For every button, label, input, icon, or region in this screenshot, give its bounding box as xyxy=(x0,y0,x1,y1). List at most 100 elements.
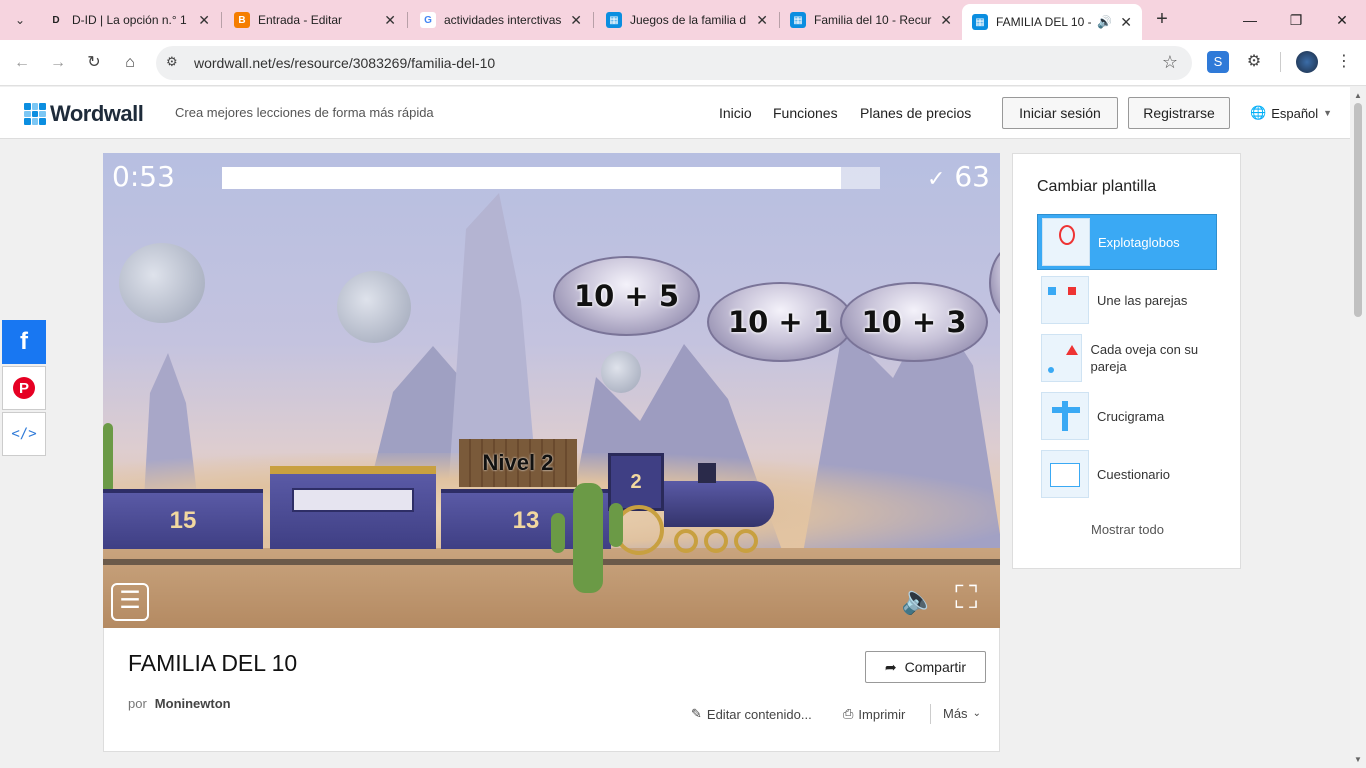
nav-planes-de-precios[interactable]: Planes de precios xyxy=(860,105,971,121)
page-scrollbar[interactable]: ▲ ▼ xyxy=(1350,87,1366,768)
passenger-car xyxy=(270,466,436,549)
browser-tab[interactable]: D D-ID | La opción n.° 1 ✕ xyxy=(38,6,220,34)
tab-search-icon[interactable]: ⌄ xyxy=(8,8,32,32)
login-button[interactable]: Iniciar sesión xyxy=(1002,97,1118,129)
train-car: 15 xyxy=(103,489,263,549)
print-label: Imprimir xyxy=(858,706,906,722)
locomotive-chimney xyxy=(698,463,716,483)
embed-code-icon: </> xyxy=(11,426,37,442)
minimize-button[interactable]: — xyxy=(1238,8,1262,32)
print-link[interactable]: ⎙ Imprimir xyxy=(843,706,905,722)
close-icon[interactable]: ✕ xyxy=(198,12,210,29)
scroll-down-icon[interactable]: ▼ xyxy=(1354,755,1362,764)
nav-inicio[interactable]: Inicio xyxy=(719,105,752,121)
locomotive-number: 2 xyxy=(630,470,642,493)
speaker-icon[interactable]: 🔊 xyxy=(1097,15,1112,29)
template-explotaglobos[interactable]: Explotaglobos xyxy=(1037,214,1217,270)
close-icon[interactable]: ✕ xyxy=(570,12,582,29)
wordwall-icon: ▦ xyxy=(606,12,622,28)
quiz-thumbnail-icon xyxy=(1041,450,1089,498)
back-icon[interactable]: ← xyxy=(10,51,34,75)
template-crucigrama[interactable]: Crucigrama xyxy=(1037,388,1217,444)
tab-separator xyxy=(593,12,594,28)
did-icon: D xyxy=(52,14,60,26)
edit-content-link[interactable]: ✎ Editar contenido... xyxy=(691,706,812,722)
fullscreen-button[interactable]: ⛶ xyxy=(955,581,977,613)
new-tab-button[interactable]: + xyxy=(1150,8,1174,32)
template-une-las-parejas[interactable]: Une las parejas xyxy=(1037,272,1217,328)
share-label: Compartir xyxy=(904,659,967,675)
game-canvas[interactable]: 10 + 5 10 + 1 10 + 3 0:53 ✓ 63 15 13 Niv… xyxy=(103,153,1000,628)
facebook-share-button[interactable]: f xyxy=(2,320,46,364)
browser-tab[interactable]: G actividades interctivas ✕ xyxy=(410,6,592,34)
show-all-link[interactable]: Mostrar todo xyxy=(1013,522,1242,537)
toolbar-divider xyxy=(1280,52,1281,72)
site-info-icon[interactable]: ⚙ xyxy=(166,54,178,70)
checkmark-icon: ✓ xyxy=(927,167,946,192)
cactus xyxy=(103,423,113,493)
browser-tab-active[interactable]: ▦ FAMILIA DEL 10 - 🔊 ✕ xyxy=(962,4,1142,40)
pinterest-share-button[interactable]: P xyxy=(2,366,46,410)
share-button[interactable]: ➦ Compartir xyxy=(865,651,986,683)
caret-down-icon: ▼ xyxy=(1323,108,1333,118)
address-bar[interactable]: ⚙ wordwall.net/es/resource/3083269/famil… xyxy=(156,46,1192,80)
more-dropdown[interactable]: Más ⌄ xyxy=(943,706,981,721)
template-label: Cada oveja con su pareja xyxy=(1090,342,1199,374)
wordwall-logo[interactable]: Wordwall xyxy=(24,101,144,127)
author-link[interactable]: Moninewton xyxy=(155,696,231,711)
find-match-thumbnail-icon xyxy=(1041,334,1083,382)
close-icon[interactable]: ✕ xyxy=(756,12,768,29)
answer-blimp-partial[interactable] xyxy=(989,243,1000,323)
locomotive-wheel xyxy=(704,529,728,553)
nav-funciones[interactable]: Funciones xyxy=(773,105,838,121)
scroll-thumb[interactable] xyxy=(1354,103,1362,317)
google-icon: G xyxy=(420,12,436,28)
close-icon[interactable]: ✕ xyxy=(940,12,952,29)
answer-blimp[interactable]: 10 + 5 xyxy=(553,256,700,336)
change-template-panel: Cambiar plantilla Explotaglobos Une las … xyxy=(1012,153,1241,569)
facebook-icon: f xyxy=(20,328,28,355)
profile-avatar[interactable] xyxy=(1296,51,1318,73)
close-icon[interactable]: ✕ xyxy=(1120,14,1132,31)
activity-info-panel: FAMILIA DEL 10 por Moninewton ➦ Compartir… xyxy=(103,628,1000,752)
close-window-button[interactable]: ✕ xyxy=(1330,8,1354,32)
tab-title: D-ID | La opción n.° 1 xyxy=(72,13,187,27)
restore-button[interactable]: ❐ xyxy=(1284,8,1308,32)
forward-icon[interactable]: → xyxy=(46,51,70,75)
language-selector[interactable]: 🌐 Español ▼ xyxy=(1250,105,1332,121)
logo-text: Wordwall xyxy=(50,101,144,126)
browser-tab[interactable]: ▦ Familia del 10 - Recur ✕ xyxy=(780,6,962,34)
locomotive-boiler xyxy=(664,481,774,527)
extension-icon[interactable]: S xyxy=(1207,51,1229,73)
game-timer: 0:53 xyxy=(112,160,175,193)
score-value: 63 xyxy=(954,160,990,193)
url-text[interactable]: wordwall.net/es/resource/3083269/familia… xyxy=(194,55,495,71)
time-progress-fill xyxy=(222,167,841,189)
balloon-pop-thumbnail-icon xyxy=(1042,218,1090,266)
reload-icon[interactable]: ↻ xyxy=(82,51,106,75)
chevron-down-icon: ⌄ xyxy=(972,708,981,719)
embed-share-button[interactable]: </> xyxy=(2,412,46,456)
language-label: Español xyxy=(1271,105,1319,121)
rail-track xyxy=(103,559,1000,565)
extensions-puzzle-icon[interactable]: ⚙ xyxy=(1243,51,1265,73)
browser-tab[interactable]: B Entrada - Editar ✕ xyxy=(224,6,406,34)
sound-button[interactable]: 🔈 xyxy=(901,583,936,616)
browser-tab-strip: ⌄ D D-ID | La opción n.° 1 ✕ B Entrada -… xyxy=(0,0,1366,40)
locomotive-wheel xyxy=(674,529,698,553)
template-cuestionario[interactable]: Cuestionario xyxy=(1037,446,1217,502)
score-display: ✓ 63 xyxy=(927,160,990,193)
scroll-up-icon[interactable]: ▲ xyxy=(1354,91,1362,100)
cactus xyxy=(573,483,603,593)
bookmark-star-icon[interactable]: ☆ xyxy=(1162,52,1178,73)
template-cada-oveja-con-su-pareja[interactable]: Cada oveja con su pareja xyxy=(1037,330,1217,386)
register-button[interactable]: Registrarse xyxy=(1128,97,1230,129)
browser-tab[interactable]: ▦ Juegos de la familia d ✕ xyxy=(596,6,778,34)
menu-kebab-icon[interactable]: ⋮ xyxy=(1333,51,1355,73)
answer-blimp[interactable]: 10 + 1 xyxy=(707,282,854,362)
level-sign: Nivel 2 xyxy=(459,439,577,487)
close-icon[interactable]: ✕ xyxy=(384,12,396,29)
home-icon[interactable]: ⌂ xyxy=(118,51,142,75)
game-menu-button[interactable]: ☰ xyxy=(111,583,149,621)
answer-blimp[interactable]: 10 + 3 xyxy=(840,282,988,362)
